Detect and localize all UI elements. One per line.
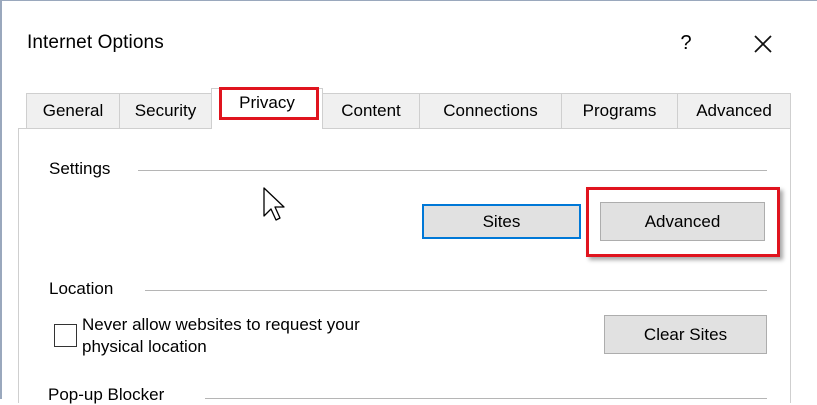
privacy-tab-highlight bbox=[219, 87, 319, 120]
advanced-button-highlight bbox=[586, 187, 780, 257]
location-group-title: Location bbox=[49, 279, 122, 299]
clear-sites-button[interactable]: Clear Sites bbox=[604, 315, 767, 354]
tab-security[interactable]: Security bbox=[119, 93, 212, 128]
checkbox-label-line-1: Never allow websites to request your bbox=[82, 315, 360, 334]
window-title: Internet Options bbox=[27, 32, 164, 53]
never-allow-location-label: Never allow websites to request your phy… bbox=[82, 314, 482, 358]
tab-connections[interactable]: Connections bbox=[419, 93, 562, 128]
popup-blocker-group-title: Pop-up Blocker bbox=[48, 385, 173, 405]
tab-advanced[interactable]: Advanced bbox=[677, 93, 791, 128]
never-allow-location-checkbox[interactable] bbox=[54, 324, 77, 347]
location-group-line bbox=[145, 290, 767, 291]
help-button[interactable]: ? bbox=[671, 28, 701, 58]
close-icon bbox=[754, 35, 772, 53]
tab-content[interactable]: Content bbox=[322, 93, 420, 128]
checkbox-label-line-2: physical location bbox=[82, 337, 207, 356]
sites-button[interactable]: Sites bbox=[422, 204, 581, 239]
tab-general[interactable]: General bbox=[26, 93, 120, 128]
settings-group-line bbox=[138, 170, 767, 171]
close-button[interactable] bbox=[746, 27, 780, 61]
settings-group-title: Settings bbox=[49, 159, 119, 179]
mouse-pointer-icon bbox=[262, 186, 288, 229]
tab-programs[interactable]: Programs bbox=[561, 93, 678, 128]
